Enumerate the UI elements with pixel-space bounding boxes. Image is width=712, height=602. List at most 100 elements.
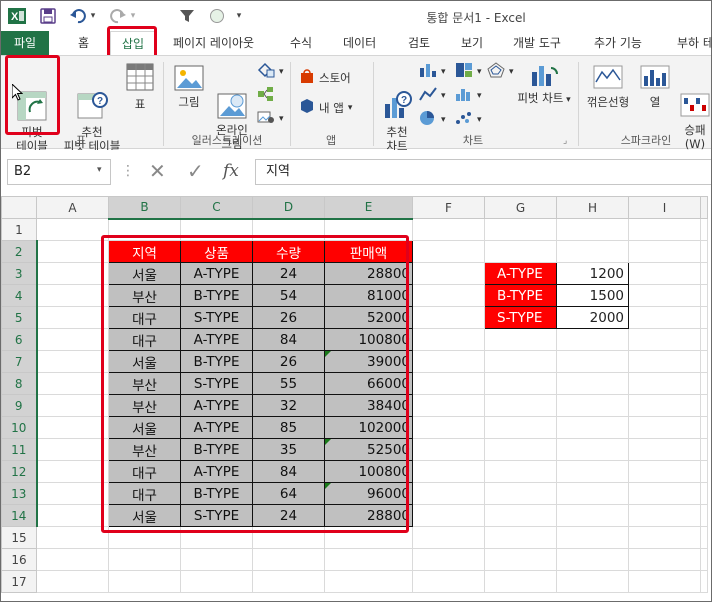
tab-insert[interactable]: 삽입 <box>110 31 156 55</box>
cell-d6[interactable]: 84 <box>252 328 325 351</box>
column-header-d[interactable]: D <box>252 196 325 220</box>
tab-load-test[interactable]: 부하 테 <box>677 31 712 55</box>
row-header[interactable]: 15 <box>1 526 37 549</box>
line-chart-button[interactable]: ▾ <box>419 86 446 105</box>
cell-i7[interactable] <box>628 350 701 373</box>
cell-d12[interactable]: 84 <box>252 460 325 483</box>
cell-h5[interactable]: 2000 <box>556 306 629 329</box>
cell-a9[interactable] <box>36 394 109 417</box>
cell-b3[interactable]: 서울 <box>108 262 181 285</box>
cell-e11[interactable]: 52500 <box>324 438 413 461</box>
cell-partial[interactable] <box>700 262 708 285</box>
pie-chart-button[interactable]: ▾ <box>419 110 446 129</box>
cell-b9[interactable]: 부산 <box>108 394 181 417</box>
cell-f4[interactable] <box>412 284 485 307</box>
column-header-partial[interactable] <box>700 196 708 219</box>
cell-h16[interactable] <box>556 548 629 571</box>
cell-h11[interactable] <box>556 438 629 461</box>
cell-partial[interactable] <box>700 372 708 395</box>
cell-c17[interactable] <box>180 570 253 593</box>
cell-a1[interactable] <box>36 218 109 241</box>
row-header[interactable]: 2 <box>1 240 38 263</box>
column-header-e[interactable]: E <box>324 196 413 220</box>
cell-d5[interactable]: 26 <box>252 306 325 329</box>
cell-i10[interactable] <box>628 416 701 439</box>
cell-g14[interactable] <box>484 504 557 527</box>
cell-g16[interactable] <box>484 548 557 571</box>
cell-d4[interactable]: 54 <box>252 284 325 307</box>
cell-b2[interactable]: 지역 <box>108 240 181 263</box>
cell-f15[interactable] <box>412 526 485 549</box>
cell-partial[interactable] <box>700 526 708 549</box>
cell-h9[interactable] <box>556 394 629 417</box>
tab-data[interactable]: 데이터 <box>343 31 376 55</box>
cell-c4[interactable]: B-TYPE <box>180 284 253 307</box>
cell-a7[interactable] <box>36 350 109 373</box>
cell-partial[interactable] <box>700 328 708 351</box>
tab-home[interactable]: 홈 <box>78 31 89 55</box>
cell-c6[interactable]: A-TYPE <box>180 328 253 351</box>
cancel-icon[interactable]: ✕ <box>149 160 166 182</box>
cell-i1[interactable] <box>628 218 701 241</box>
cell-b10[interactable]: 서울 <box>108 416 181 439</box>
cell-c9[interactable]: A-TYPE <box>180 394 253 417</box>
column-header-h[interactable]: H <box>556 196 629 219</box>
cell-a5[interactable] <box>36 306 109 329</box>
cell-e15[interactable] <box>324 526 413 549</box>
cell-f9[interactable] <box>412 394 485 417</box>
row-header[interactable]: 12 <box>1 460 38 483</box>
row-header[interactable]: 11 <box>1 438 38 461</box>
cell-a15[interactable] <box>36 526 109 549</box>
cell-d13[interactable]: 64 <box>252 482 325 505</box>
insert-function-icon[interactable]: fx <box>223 160 239 182</box>
cell-g3[interactable]: A-TYPE <box>484 262 557 285</box>
cell-g8[interactable] <box>484 372 557 395</box>
cell-b13[interactable]: 대구 <box>108 482 181 505</box>
column-chart-button[interactable]: ▾ <box>419 62 446 81</box>
row-header[interactable]: 7 <box>1 350 38 373</box>
statistic-chart-button[interactable]: ▾ <box>455 86 482 105</box>
cell-partial[interactable] <box>700 240 708 263</box>
cell-d14[interactable]: 24 <box>252 504 325 527</box>
cell-f14[interactable] <box>412 504 485 527</box>
cell-i8[interactable] <box>628 372 701 395</box>
cell-partial[interactable] <box>700 284 708 307</box>
cell-f16[interactable] <box>412 548 485 571</box>
cell-i9[interactable] <box>628 394 701 417</box>
cell-e17[interactable] <box>324 570 413 593</box>
cell-f13[interactable] <box>412 482 485 505</box>
my-apps-button[interactable]: 내 앱 ▾ <box>299 98 352 117</box>
cell-i3[interactable] <box>628 262 701 285</box>
tab-formulas[interactable]: 수식 <box>290 31 312 55</box>
cell-g13[interactable] <box>484 482 557 505</box>
picture-button[interactable]: 그림 <box>169 64 209 109</box>
tab-page-layout[interactable]: 페이지 레이아웃 <box>173 31 254 55</box>
scatter-chart-button[interactable]: ▾ <box>455 110 482 129</box>
cell-d16[interactable] <box>252 548 325 571</box>
cell-i15[interactable] <box>628 526 701 549</box>
cell-g9[interactable] <box>484 394 557 417</box>
cell-e12[interactable]: 100800 <box>324 460 413 483</box>
cell-i12[interactable] <box>628 460 701 483</box>
cell-c15[interactable] <box>180 526 253 549</box>
cell-f17[interactable] <box>412 570 485 593</box>
charts-dialog-launcher-icon[interactable]: ⌟ <box>563 136 567 146</box>
cell-b7[interactable]: 서울 <box>108 350 181 373</box>
cell-e13[interactable]: 96000 <box>324 482 413 505</box>
cell-d9[interactable]: 32 <box>252 394 325 417</box>
radar-chart-button[interactable]: ▾ <box>487 62 514 81</box>
cell-partial[interactable] <box>700 306 708 329</box>
cell-c3[interactable]: A-TYPE <box>180 262 253 285</box>
cell-g10[interactable] <box>484 416 557 439</box>
cell-a2[interactable] <box>36 240 109 263</box>
cell-a13[interactable] <box>36 482 109 505</box>
cell-h13[interactable] <box>556 482 629 505</box>
cell-e8[interactable]: 66000 <box>324 372 413 395</box>
cell-e7[interactable]: 39000 <box>324 350 413 373</box>
cell-g1[interactable] <box>484 218 557 241</box>
smartart-button[interactable] <box>257 86 275 105</box>
row-header[interactable]: 17 <box>1 570 37 593</box>
shapes-button[interactable]: ▾ <box>257 62 284 81</box>
screenshot-button[interactable]: ▾ <box>257 110 284 127</box>
formula-input[interactable]: 지역 <box>255 159 711 185</box>
